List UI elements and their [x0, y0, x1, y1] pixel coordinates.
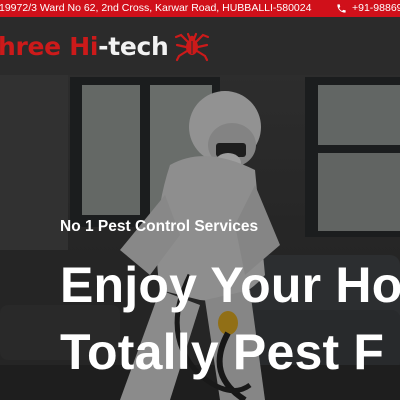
phone-link[interactable]: +91-98869 — [336, 0, 400, 17]
logo-text-red: hree Hi — [0, 31, 99, 61]
phone-icon — [336, 0, 348, 17]
logo-text-white: -tech — [98, 31, 169, 61]
hero-headline-line-2: Totally Pest F — [60, 324, 385, 380]
hero-banner: No 1 Pest Control Services Enjoy Your Ho… — [0, 75, 400, 400]
hero-headline-line-1: Enjoy Your Ho — [60, 257, 400, 313]
address-text: 19972/3 Ward No 62, 2nd Cross, Karwar Ro… — [0, 2, 312, 14]
site-header: hree Hi-tech — [0, 17, 400, 75]
bug-icon — [173, 30, 211, 62]
phone-number: +91-98869 — [352, 2, 400, 14]
hero-tagline: No 1 Pest Control Services — [60, 218, 259, 235]
site-logo[interactable]: hree Hi-tech — [0, 28, 211, 64]
logo-text: hree Hi-tech — [0, 32, 169, 61]
top-info-bar: 19972/3 Ward No 62, 2nd Cross, Karwar Ro… — [0, 0, 400, 17]
